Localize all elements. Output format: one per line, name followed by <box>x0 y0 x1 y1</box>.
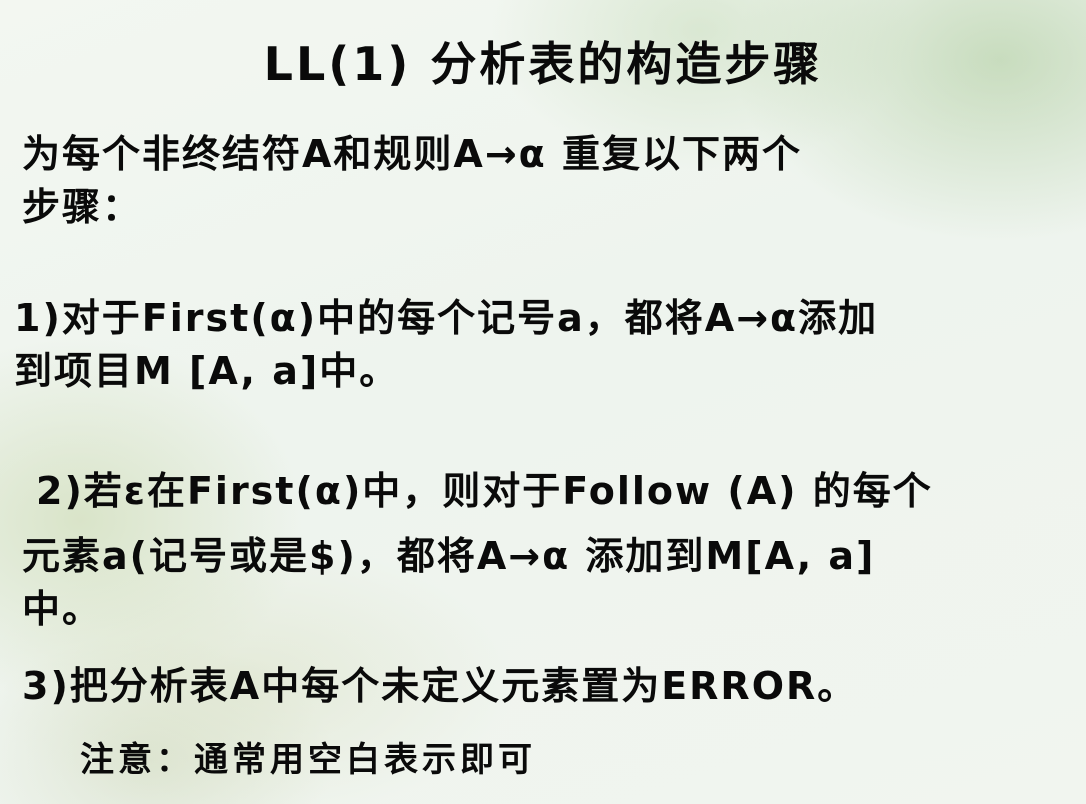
step-2-line-1: 2)若ε在First(α)中，则对于Follow (A) 的每个 <box>36 469 933 513</box>
note-text: 注意：通常用空白表示即可 <box>80 740 536 780</box>
step-1-text: 1)对于First(α)中的每个记号a，都将A→α添加 到项目M [A, a]中… <box>14 296 879 394</box>
intro-text: 为每个非终结符A和规则A→α 重复以下两个 步骤： <box>22 132 802 230</box>
step-2-continuation: 元素a(记号或是$)，都将A→α 添加到M[A, a] 中。 <box>22 534 876 632</box>
slide: LL(1) 分析表的构造步骤 为每个非终结符A和规则A→α 重复以下两个 步骤：… <box>0 0 1086 804</box>
slide-title: LL(1) 分析表的构造步骤 <box>263 37 823 91</box>
step-3-text: 3)把分析表A中每个未定义元素置为ERROR。 <box>22 664 858 708</box>
